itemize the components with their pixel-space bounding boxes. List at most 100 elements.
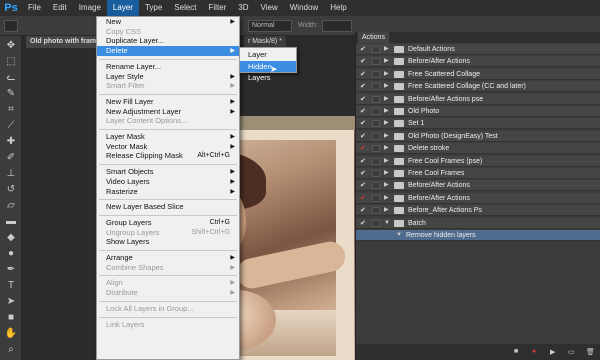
- layer-menu-item-new-fill-layer[interactable]: New Fill Layer ▶: [97, 97, 239, 107]
- dialog-toggle-box[interactable]: [372, 170, 380, 177]
- type-tool-icon[interactable]: T: [4, 278, 18, 292]
- layer-menu-item-show-layers[interactable]: Show Layers: [97, 237, 239, 247]
- collapsed-triangle-icon[interactable]: ▶: [384, 205, 389, 216]
- dialog-toggle-box[interactable]: [372, 83, 380, 91]
- stamp-tool-icon[interactable]: ⊥: [4, 166, 18, 180]
- collapsed-triangle-icon[interactable]: ▶: [384, 143, 389, 154]
- layer-menu-item-delete[interactable]: Delete ▶: [97, 46, 239, 57]
- collapsed-triangle-icon[interactable]: ▶: [384, 81, 389, 92]
- layer-menu-item-release-clipping-mask[interactable]: Release Clipping Mask Alt+Ctrl+G: [97, 151, 239, 161]
- action-row[interactable]: ✔ ▶ Before/After Actions pse: [356, 93, 600, 105]
- collapsed-triangle-icon[interactable]: ▶: [384, 131, 389, 142]
- toggle-item-check-icon[interactable]: ✔: [360, 180, 368, 191]
- action-row[interactable]: ✔ ▶ Before/After Actions: [356, 56, 600, 68]
- menu-view[interactable]: View: [255, 0, 284, 16]
- trash-icon[interactable]: 🗑: [586, 348, 595, 356]
- zoom-tool-icon[interactable]: ⌕: [4, 342, 18, 356]
- action-row[interactable]: ✔ ▶ Delete stroke: [356, 143, 600, 155]
- action-row[interactable]: ✔ ▶ Free Scattered Collage (CC and later): [356, 81, 600, 93]
- layer-menu-item-new-layer-based-slice[interactable]: New Layer Based Slice: [97, 202, 239, 212]
- layer-menu-item-layer-style[interactable]: Layer Style ▶: [97, 72, 239, 82]
- toggle-item-check-icon[interactable]: ✔: [360, 69, 368, 80]
- action-row[interactable]: ✔ ▼ Batch: [356, 217, 600, 229]
- marquee-tool-icon[interactable]: ⬚: [4, 54, 18, 68]
- stop-icon[interactable]: ■: [514, 348, 522, 356]
- menu-type[interactable]: Type: [139, 0, 168, 16]
- layer-menu-item-group-layers[interactable]: Group Layers Ctrl+G: [97, 218, 239, 228]
- dialog-toggle-box[interactable]: [372, 194, 380, 202]
- quick-select-tool-icon[interactable]: ✎: [4, 86, 18, 100]
- dialog-toggle-box[interactable]: [372, 182, 380, 190]
- action-row[interactable]: ✔ ▶ Free Cool Frames: [356, 168, 600, 179]
- move-tool-icon[interactable]: ✥: [4, 38, 18, 52]
- action-row[interactable]: ✔ ▶ Free Scattered Collage: [356, 68, 600, 80]
- toggle-item-check-icon[interactable]: ✔: [360, 118, 368, 129]
- toggle-item-check-icon[interactable]: ✔: [360, 193, 368, 204]
- toggle-item-check-icon[interactable]: ✔: [360, 168, 368, 179]
- layer-menu-item-video-layers[interactable]: Video Layers ▶: [97, 177, 239, 187]
- layer-menu-item-smart-objects[interactable]: Smart Objects ▶: [97, 167, 239, 177]
- dialog-toggle-box[interactable]: [372, 132, 380, 140]
- history-brush-tool-icon[interactable]: ↺: [4, 182, 18, 196]
- eyedropper-tool-icon[interactable]: ⟋: [4, 118, 18, 132]
- action-row[interactable]: ✔ ▶ Set 1: [356, 118, 600, 130]
- action-row[interactable]: ✔ ▶ Before/After Actions: [356, 180, 600, 192]
- collapsed-triangle-icon[interactable]: ▶: [384, 118, 389, 129]
- play-icon[interactable]: ▶: [550, 348, 558, 356]
- toggle-item-check-icon[interactable]: ✔: [360, 218, 368, 229]
- dialog-toggle-box[interactable]: [372, 108, 380, 115]
- expanded-triangle-icon[interactable]: ▼: [384, 218, 390, 229]
- layer-menu-item-layer-mask[interactable]: Layer Mask ▶: [97, 132, 239, 142]
- menu-edit[interactable]: Edit: [47, 0, 73, 16]
- hand-tool-icon[interactable]: ✋: [4, 326, 18, 340]
- layer-menu-item-vector-mask[interactable]: Vector Mask ▶: [97, 142, 239, 152]
- menu-help[interactable]: Help: [324, 0, 352, 16]
- collapsed-triangle-icon[interactable]: ▶: [384, 180, 389, 191]
- layer-menu-item-new[interactable]: New ▶: [97, 17, 239, 27]
- collapsed-triangle-icon[interactable]: ▶: [384, 168, 389, 179]
- record-icon[interactable]: ●: [532, 348, 540, 356]
- crop-tool-icon[interactable]: ⌗: [4, 102, 18, 116]
- menu-file[interactable]: File: [22, 0, 47, 16]
- document-tab[interactable]: Old photo with frame: [26, 36, 104, 48]
- pen-tool-icon[interactable]: ✒: [4, 262, 18, 276]
- action-row[interactable]: ✔ ▶ Old Photo (DesignEasy) Test: [356, 130, 600, 142]
- collapsed-triangle-icon[interactable]: ▶: [384, 193, 389, 204]
- eraser-tool-icon[interactable]: ▱: [4, 198, 18, 212]
- action-row[interactable]: ✔ ▶ Before_After Actions Ps: [356, 205, 600, 217]
- action-row[interactable]: ▼ Remove hidden layers: [356, 230, 600, 241]
- toggle-item-check-icon[interactable]: ✔: [360, 131, 368, 142]
- blur-tool-icon[interactable]: ◆: [4, 230, 18, 244]
- collapsed-triangle-icon[interactable]: ▶: [384, 56, 389, 67]
- menu-window[interactable]: Window: [284, 0, 324, 16]
- shape-tool-icon[interactable]: ■: [4, 310, 18, 324]
- layer-menu-item-rename-layer[interactable]: Rename Layer...: [97, 62, 239, 72]
- layer-menu-item-arrange[interactable]: Arrange ▶: [97, 253, 239, 263]
- menu-select[interactable]: Select: [168, 0, 202, 16]
- path-select-tool-icon[interactable]: ➤: [4, 294, 18, 308]
- toggle-item-check-icon[interactable]: ✔: [360, 143, 368, 154]
- dialog-toggle-box[interactable]: [372, 70, 380, 78]
- healing-tool-icon[interactable]: ✚: [4, 134, 18, 148]
- dialog-toggle-box[interactable]: [372, 157, 380, 165]
- action-row[interactable]: ✔ ▶ Before/After Actions: [356, 192, 600, 204]
- dodge-tool-icon[interactable]: ●: [4, 246, 18, 260]
- dialog-toggle-box[interactable]: [372, 207, 380, 215]
- dialog-toggle-box[interactable]: [372, 58, 380, 66]
- menu-image[interactable]: Image: [73, 0, 107, 16]
- dialog-toggle-box[interactable]: [372, 219, 380, 227]
- layer-menu-item-rasterize[interactable]: Rasterize ▶: [97, 187, 239, 197]
- lasso-tool-icon[interactable]: ᓚ: [4, 70, 18, 84]
- new-set-icon[interactable]: ▭: [568, 348, 576, 356]
- menu-filter[interactable]: Filter: [203, 0, 233, 16]
- toggle-item-check-icon[interactable]: ✔: [360, 156, 368, 167]
- action-row[interactable]: ✔ ▶ Default Actions: [356, 44, 600, 55]
- actions-tab[interactable]: Actions: [358, 32, 389, 43]
- width-input[interactable]: [322, 20, 352, 32]
- expanded-triangle-icon[interactable]: ▼: [396, 230, 402, 241]
- layer-menu-item-duplicate-layer[interactable]: Duplicate Layer...: [97, 36, 239, 46]
- toggle-item-check-icon[interactable]: ✔: [360, 205, 368, 216]
- collapsed-triangle-icon[interactable]: ▶: [384, 69, 389, 80]
- mode-select[interactable]: Normal: [248, 20, 292, 32]
- layer-menu-item-new-adjustment-layer[interactable]: New Adjustment Layer ▶: [97, 107, 239, 117]
